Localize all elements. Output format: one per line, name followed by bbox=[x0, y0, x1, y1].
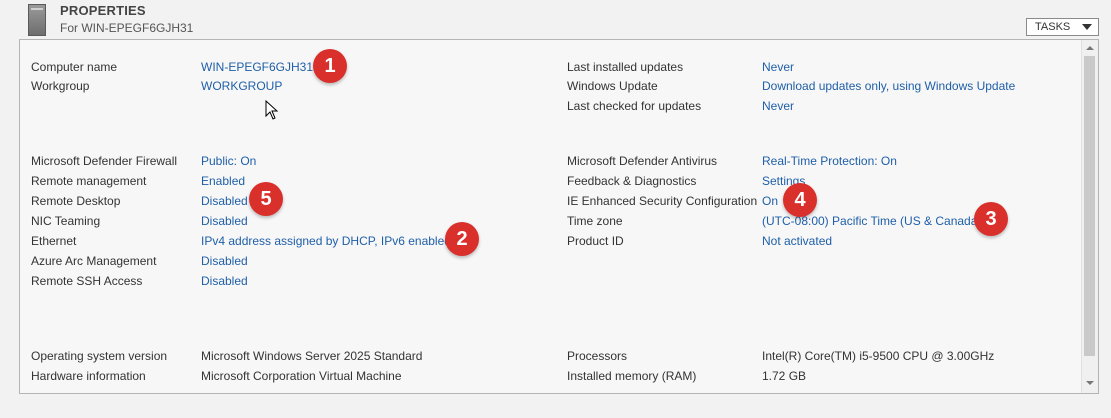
hardware-info-value: Microsoft Corporation Virtual Machine bbox=[201, 369, 402, 383]
product-id-link[interactable]: Not activated bbox=[762, 233, 832, 249]
page-subtitle: For WIN-EPEGF6GJH31 bbox=[60, 21, 194, 35]
feedback-diagnostics-label: Feedback & Diagnostics bbox=[567, 174, 697, 188]
os-version-value: Microsoft Windows Server 2025 Standard bbox=[201, 349, 423, 363]
annotation-badge-4: 4 bbox=[783, 183, 817, 217]
remote-desktop-link[interactable]: Disabled bbox=[201, 193, 248, 209]
time-zone-label: Time zone bbox=[567, 214, 623, 228]
tasks-dropdown-button[interactable]: TASKS bbox=[1026, 18, 1099, 36]
annotation-badge-2: 2 bbox=[445, 222, 479, 256]
firewall-link[interactable]: Public: On bbox=[201, 153, 256, 169]
ie-esc-label: IE Enhanced Security Configuration bbox=[567, 194, 758, 208]
chevron-down-icon bbox=[1082, 24, 1092, 30]
installed-memory-label: Installed memory (RAM) bbox=[567, 369, 697, 383]
tasks-label: TASKS bbox=[1035, 21, 1071, 33]
scroll-down-arrow-icon[interactable] bbox=[1086, 381, 1094, 385]
installed-memory-value: 1.72 GB bbox=[762, 369, 807, 383]
vertical-scrollbar[interactable] bbox=[1081, 40, 1098, 393]
scroll-up-arrow-icon[interactable] bbox=[1086, 46, 1094, 50]
product-id-label: Product ID bbox=[567, 234, 624, 248]
annotation-badge-3: 3 bbox=[974, 202, 1008, 236]
azure-arc-label: Azure Arc Management bbox=[31, 254, 157, 268]
ethernet-label: Ethernet bbox=[31, 234, 77, 248]
os-version-label: Operating system version bbox=[31, 349, 168, 363]
nic-teaming-label: NIC Teaming bbox=[31, 214, 101, 228]
last-installed-updates-label: Last installed updates bbox=[567, 60, 684, 74]
remote-management-label: Remote management bbox=[31, 174, 147, 188]
firewall-label: Microsoft Defender Firewall bbox=[31, 154, 178, 168]
page-title: PROPERTIES bbox=[60, 3, 146, 18]
remote-ssh-link[interactable]: Disabled bbox=[201, 273, 248, 289]
hardware-info-label: Hardware information bbox=[31, 369, 146, 383]
last-checked-updates-label: Last checked for updates bbox=[567, 99, 702, 113]
remote-ssh-label: Remote SSH Access bbox=[31, 274, 143, 288]
scroll-thumb[interactable] bbox=[1084, 56, 1095, 356]
properties-panel: Computer name WIN-EPEGF6GJH31 Workgroup … bbox=[19, 39, 1099, 394]
processors-value: Intel(R) Core(TM) i5-9500 CPU @ 3.00GHz bbox=[762, 349, 995, 363]
defender-antivirus-link[interactable]: Real-Time Protection: On bbox=[762, 153, 897, 169]
computer-name-link[interactable]: WIN-EPEGF6GJH31 bbox=[201, 59, 313, 75]
last-checked-updates-link[interactable]: Never bbox=[762, 98, 794, 114]
annotation-badge-1: 1 bbox=[313, 49, 347, 83]
last-installed-updates-link[interactable]: Never bbox=[762, 59, 794, 75]
annotation-badge-5: 5 bbox=[249, 182, 283, 216]
defender-antivirus-label: Microsoft Defender Antivirus bbox=[567, 154, 718, 168]
server-manager-properties: PROPERTIES For WIN-EPEGF6GJH31 TASKS Com… bbox=[0, 0, 1111, 418]
ie-esc-link[interactable]: On bbox=[762, 193, 778, 209]
nic-teaming-link[interactable]: Disabled bbox=[201, 213, 248, 229]
ethernet-link[interactable]: IPv4 address assigned by DHCP, IPv6 enab… bbox=[201, 233, 451, 249]
processors-label: Processors bbox=[567, 349, 628, 363]
windows-update-label: Windows Update bbox=[567, 79, 658, 93]
remote-management-link[interactable]: Enabled bbox=[201, 173, 245, 189]
remote-desktop-label: Remote Desktop bbox=[31, 194, 121, 208]
server-icon bbox=[28, 4, 46, 36]
azure-arc-link[interactable]: Disabled bbox=[201, 253, 248, 269]
workgroup-link[interactable]: WORKGROUP bbox=[201, 78, 282, 94]
mouse-pointer-icon bbox=[265, 100, 279, 120]
computer-name-label: Computer name bbox=[31, 60, 118, 74]
windows-update-link[interactable]: Download updates only, using Windows Upd… bbox=[762, 78, 1015, 94]
workgroup-label: Workgroup bbox=[31, 79, 90, 93]
